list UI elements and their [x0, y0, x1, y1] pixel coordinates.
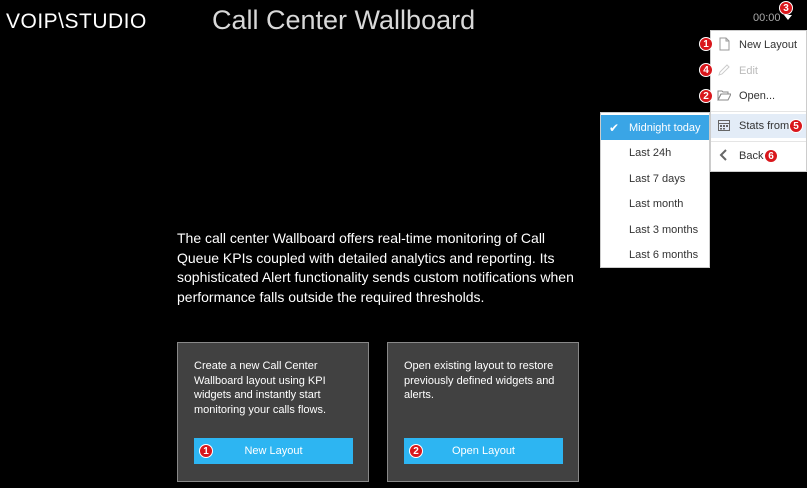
submenu-item-label: Last month — [629, 198, 684, 210]
submenu-item-last-7-days[interactable]: Last 7 days — [601, 166, 709, 191]
submenu-item-last-month[interactable]: Last month — [601, 191, 709, 216]
button-label: New Layout — [244, 445, 303, 457]
badge-card-open-layout: 2 — [409, 444, 423, 458]
submenu-item-last-3-months[interactable]: Last 3 months — [601, 217, 709, 242]
menu-item-open[interactable]: Open... — [711, 84, 806, 108]
open-layout-button[interactable]: 2 Open Layout — [404, 438, 563, 464]
file-icon — [719, 37, 730, 51]
menu-item-label: Edit — [739, 65, 758, 77]
submenu-item-midnight-today[interactable]: ✔ Midnight today — [601, 115, 709, 140]
menu-item-back[interactable]: Back — [711, 144, 806, 168]
badge-stats-from: 5 — [789, 119, 803, 133]
chevron-left-icon — [719, 149, 727, 161]
menu-item-label: Open... — [739, 90, 776, 102]
voipstudio-logo: VOIP\STUDIO — [6, 10, 147, 33]
submenu-item-label: Last 6 months — [629, 249, 699, 261]
menu-item-new-layout[interactable]: New Layout — [711, 33, 806, 57]
menu-item-edit: Edit — [711, 59, 806, 83]
menu-item-label: New Layout — [739, 39, 798, 51]
menu-divider — [711, 141, 806, 142]
badge-card-new-layout: 1 — [199, 444, 213, 458]
clock-display: 00:00 — [753, 12, 781, 24]
wallboard-description: The call center Wallboard offers real-ti… — [177, 230, 574, 305]
new-layout-button[interactable]: 1 New Layout — [194, 438, 353, 464]
pencil-icon — [718, 64, 730, 76]
main-dropdown-menu: New Layout Edit Open... Stats from Back — [710, 30, 807, 172]
submenu-item-label: Last 3 months — [629, 224, 699, 236]
badge-new-layout: 1 — [699, 37, 713, 51]
card-text: Create a new Call Center Wallboard layou… — [194, 360, 327, 416]
stats-from-submenu: ✔ Midnight today Last 24h Last 7 days La… — [600, 112, 710, 268]
submenu-item-label: Midnight today — [629, 122, 701, 134]
submenu-item-last-6-months[interactable]: Last 6 months — [601, 242, 709, 267]
badge-edit: 4 — [699, 63, 713, 77]
open-layout-card: Open existing layout to restore previous… — [387, 342, 579, 482]
button-label: Open Layout — [452, 445, 515, 457]
new-layout-card: Create a new Call Center Wallboard layou… — [177, 342, 369, 482]
badge-menu-toggle: 3 — [779, 1, 793, 15]
menu-item-label: Back — [739, 150, 764, 162]
menu-divider — [711, 111, 806, 112]
submenu-item-label: Last 24h — [629, 147, 672, 159]
submenu-item-last-24h[interactable]: Last 24h — [601, 140, 709, 165]
folder-open-icon — [717, 90, 731, 101]
checkmark-icon: ✔ — [609, 121, 620, 135]
menu-toggle-caret-icon[interactable] — [784, 15, 792, 20]
page-title: Call Center Wallboard — [212, 5, 476, 35]
calendar-icon — [718, 120, 730, 131]
menu-item-label: Stats from — [739, 120, 790, 132]
badge-open: 2 — [699, 89, 713, 103]
badge-back: 6 — [764, 149, 778, 163]
card-text: Open existing layout to restore previous… — [404, 360, 555, 401]
submenu-item-label: Last 7 days — [629, 173, 686, 185]
